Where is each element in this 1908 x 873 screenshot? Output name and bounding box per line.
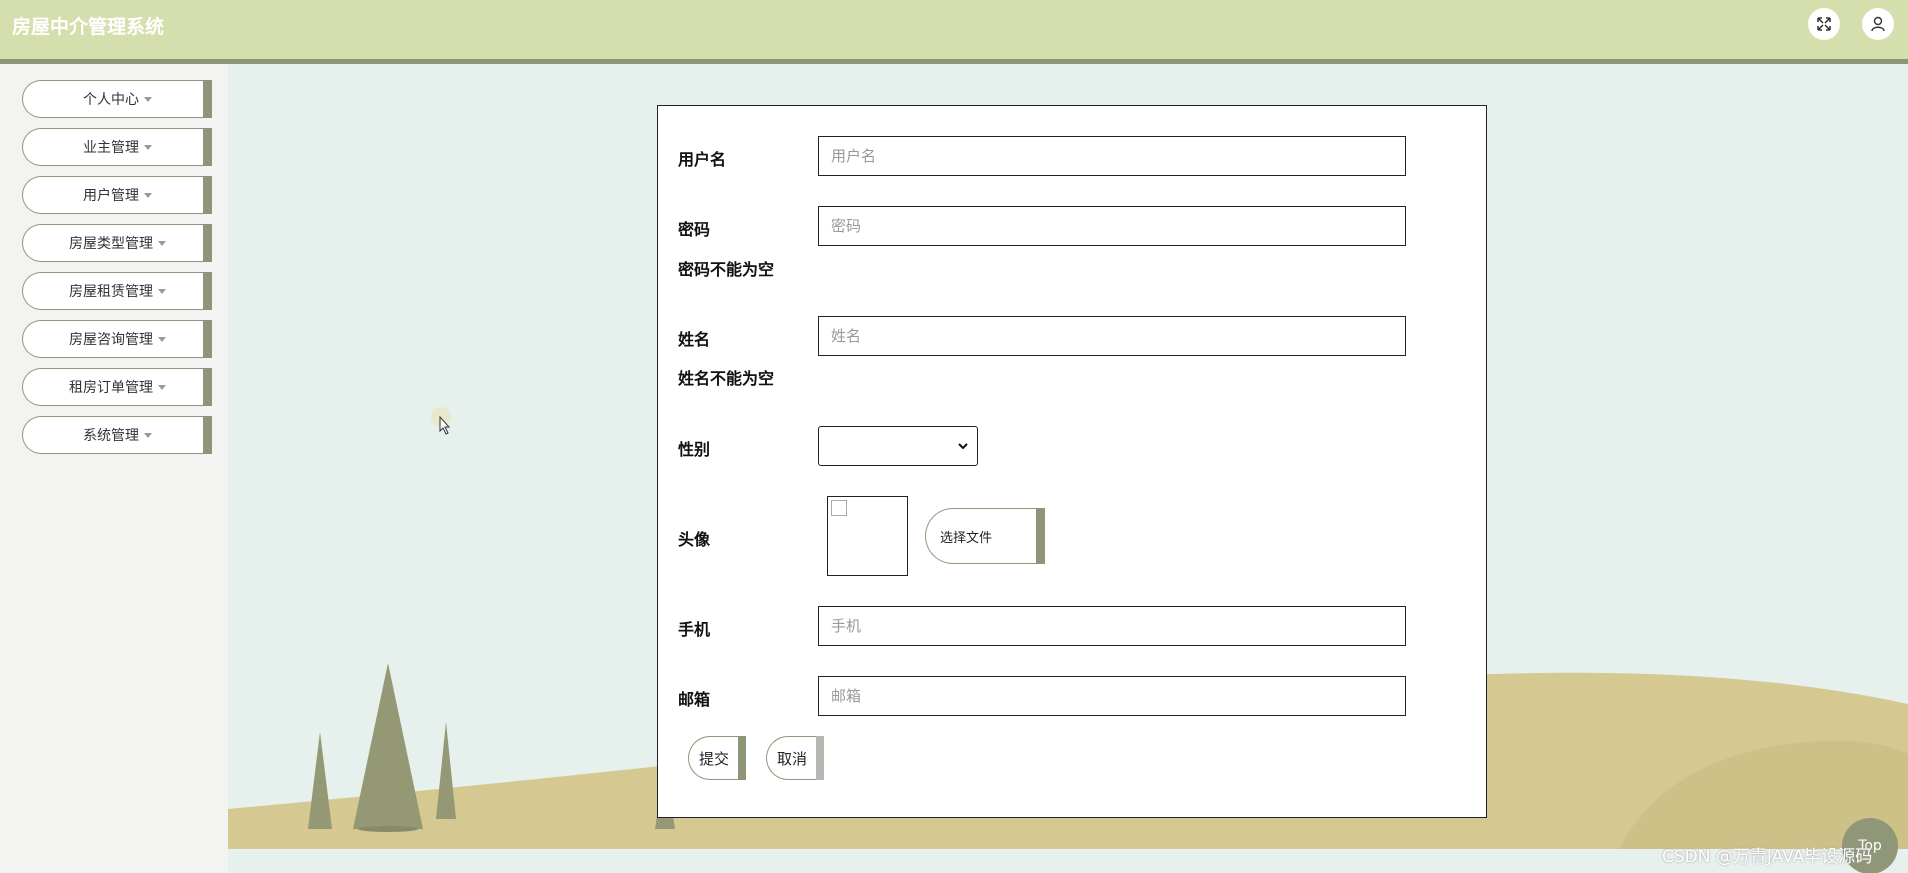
- username-label: 用户名: [678, 150, 727, 169]
- sidebar-item-house-consult-management[interactable]: 房屋咨询管理: [22, 320, 212, 358]
- mouse-cursor-icon: [431, 407, 451, 435]
- chevron-down-icon: [958, 443, 968, 450]
- email-label: 邮箱: [678, 690, 711, 709]
- sidebar-item-house-rental-management[interactable]: 房屋租赁管理: [22, 272, 212, 310]
- sidebar-item-house-type-management[interactable]: 房屋类型管理: [22, 224, 212, 262]
- caret-down-icon: [158, 336, 166, 342]
- sidebar-item-rental-order-management[interactable]: 租房订单管理: [22, 368, 212, 406]
- fullscreen-button[interactable]: [1808, 8, 1840, 40]
- caret-down-icon: [144, 192, 152, 198]
- sidebar-item-label: 业主管理: [83, 140, 139, 156]
- phone-input[interactable]: [818, 606, 1406, 646]
- name-label: 姓名: [678, 330, 711, 349]
- caret-down-icon: [144, 96, 152, 102]
- app-header: 房屋中介管理系统: [0, 0, 1908, 60]
- sidebar-item-label: 系统管理: [83, 428, 139, 444]
- sidebar-item-label: 房屋咨询管理: [69, 332, 153, 348]
- sidebar-item-system-management[interactable]: 系统管理: [22, 416, 212, 454]
- gender-label: 性别: [678, 440, 711, 459]
- user-icon: [1871, 16, 1885, 32]
- sidebar-item-label: 用户管理: [83, 188, 139, 204]
- name-input[interactable]: [818, 316, 1406, 356]
- avatar-label: 头像: [678, 530, 711, 549]
- caret-down-icon: [158, 240, 166, 246]
- sidebar: 个人中心 业主管理 用户管理 房屋类型管理 房屋租赁管理 房屋咨询管理 租房订单…: [0, 64, 228, 873]
- broken-image-icon: [831, 500, 847, 516]
- user-button[interactable]: [1862, 8, 1894, 40]
- choose-file-button[interactable]: 选择文件: [925, 508, 1045, 564]
- phone-label: 手机: [678, 620, 711, 639]
- avatar-preview: [827, 496, 908, 576]
- submit-button-label: 提交: [699, 749, 730, 768]
- cancel-button-label: 取消: [777, 749, 808, 768]
- caret-down-icon: [144, 432, 152, 438]
- caret-down-icon: [158, 384, 166, 390]
- app-title: 房屋中介管理系统: [12, 16, 165, 38]
- caret-down-icon: [158, 288, 166, 294]
- fullscreen-icon: [1817, 17, 1831, 31]
- username-input[interactable]: [818, 136, 1406, 176]
- add-user-form-panel: 用户名 密码 密码不能为空 姓名 姓名不能为空 性别 头像 选择文件 手机 邮箱…: [657, 105, 1487, 818]
- cancel-button[interactable]: 取消: [766, 736, 824, 780]
- name-error-text: 姓名不能为空: [678, 369, 775, 388]
- email-input[interactable]: [818, 676, 1406, 716]
- submit-button[interactable]: 提交: [688, 736, 746, 780]
- watermark-text: CSDN @万青JAVA毕设源码: [1662, 847, 1873, 867]
- password-error-text: 密码不能为空: [678, 260, 775, 279]
- gender-select[interactable]: [818, 426, 978, 466]
- password-input[interactable]: [818, 206, 1406, 246]
- sidebar-item-label: 房屋类型管理: [69, 236, 153, 252]
- sidebar-item-label: 个人中心: [83, 92, 139, 108]
- sidebar-item-owner-management[interactable]: 业主管理: [22, 128, 212, 166]
- caret-down-icon: [144, 144, 152, 150]
- sidebar-item-label: 租房订单管理: [69, 380, 153, 396]
- sidebar-item-label: 房屋租赁管理: [69, 284, 153, 300]
- sidebar-item-user-management[interactable]: 用户管理: [22, 176, 212, 214]
- sidebar-item-personal-center[interactable]: 个人中心: [22, 80, 212, 118]
- password-label: 密码: [678, 220, 711, 239]
